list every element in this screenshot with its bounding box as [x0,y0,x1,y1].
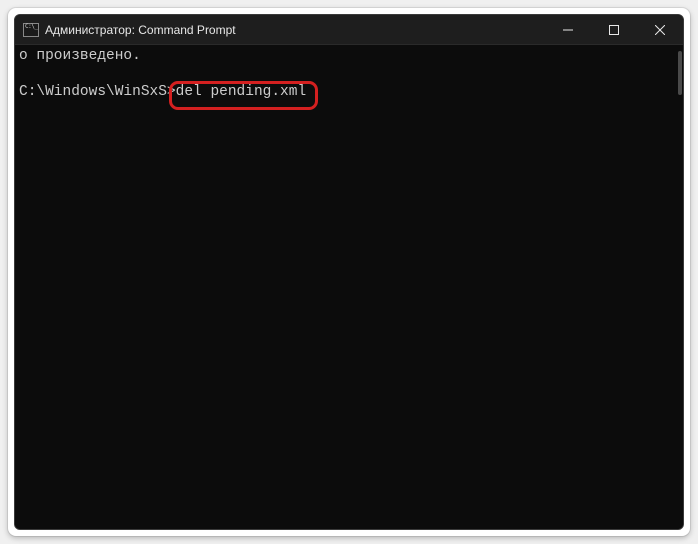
close-button[interactable] [637,15,683,44]
prompt-text: C:\Windows\WinSxS> [19,84,176,100]
command-prompt-window: Администратор: Command Prompt [14,14,684,530]
minimize-icon [563,25,573,35]
window-controls [545,15,683,44]
close-icon [655,25,665,35]
console-area[interactable]: о произведено. C:\Windows\WinSxS>del pen… [15,45,683,529]
maximize-icon [609,25,619,35]
command-text: del pending.xml [176,84,307,100]
console-content: о произведено. C:\Windows\WinSxS>del pen… [15,45,683,103]
titlebar[interactable]: Администратор: Command Prompt [15,15,683,45]
title-left: Администратор: Command Prompt [15,23,545,37]
cmd-icon [23,23,39,37]
minimize-button[interactable] [545,15,591,44]
scrollbar-thumb[interactable] [678,51,682,95]
screenshot-frame: Администратор: Command Prompt [8,8,690,536]
window-title: Администратор: Command Prompt [45,23,236,37]
maximize-button[interactable] [591,15,637,44]
output-line: о произведено. [19,48,141,64]
